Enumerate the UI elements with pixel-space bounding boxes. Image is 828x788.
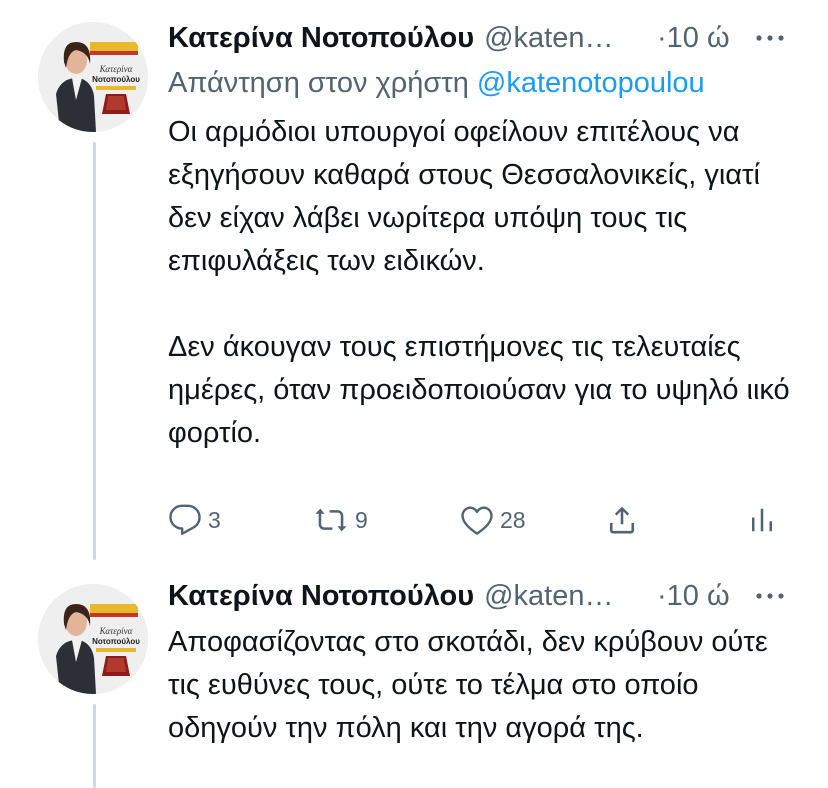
timestamp[interactable]: ·10 ώ [657,18,730,58]
retweet-button[interactable]: 9 [313,498,368,542]
share-button[interactable] [605,498,639,542]
avatar-surname-text: Νοτοπούλου [92,637,140,646]
tweet-paragraph: Δεν άκουγαν τους επιστήμονες τις τελευτα… [168,331,790,449]
tweet-header: Κατερίνα Νοτοπούλου @katen… ·10 ώ [168,576,808,616]
avatar[interactable]: Κατερίνα Νοτοπούλου [38,584,148,694]
tweet[interactable]: Κατερίνα Νοτοπούλου Κατερίνα Νοτοπούλου @… [0,560,828,788]
replying-prefix: Απάντηση στον χρήστη [168,67,469,99]
replying-handle-link[interactable]: @katenotopoulou [477,67,705,99]
like-count: 28 [500,506,526,533]
avatar-image: Κατερίνα Νοτοπούλου [38,584,148,694]
timestamp[interactable]: ·10 ώ [657,576,730,616]
share-icon [609,506,635,534]
replying-to: Απάντηση στον χρήστη @katenotopoulou [168,65,705,101]
like-button[interactable]: 28 [460,498,526,542]
avatar-name-text: Κατερίνα [99,64,133,74]
thread-line [93,704,96,788]
tweet-actions: 3 9 28 [168,498,788,542]
tweet-paragraph: Αποφασίζοντας στο σκοτάδι, δεν κρύβουν ο… [168,626,768,744]
analytics-icon [752,508,772,532]
tweet-header: Κατερίνα Νοτοπούλου @katen… ·10 ώ [168,18,808,58]
tweet-text: Οι αρμόδιοι υπουργοί οφείλουν επιτέλους … [168,111,798,455]
retweet-icon [315,508,347,532]
avatar-surname-text: Νοτοπούλου [92,75,140,84]
avatar[interactable]: Κατερίνα Νοτοπούλου [38,22,148,132]
reply-icon [169,504,201,535]
tweet[interactable]: Κατερίνα Νοτοπούλου Κατερίνα Νοτοπούλου @… [0,0,828,560]
tweet-text: Αποφασίζοντας στο σκοτάδι, δεν κρύβουν ο… [168,621,798,750]
reply-button[interactable]: 3 [168,498,221,542]
reply-count: 3 [208,506,221,533]
author-name[interactable]: Κατερίνα Νοτοπούλου [168,22,474,54]
like-icon [461,506,493,535]
more-icon[interactable] [751,18,791,58]
tweet-paragraph: Οι αρμόδιοι υπουργοί οφείλουν επιτέλους … [168,116,760,277]
analytics-button[interactable] [747,498,777,542]
more-icon[interactable] [751,576,791,616]
author-handle[interactable]: @katen… [484,22,613,54]
avatar-image: Κατερίνα Νοτοπούλου [38,22,148,132]
avatar-name-text: Κατερίνα [99,626,133,636]
author-name[interactable]: Κατερίνα Νοτοπούλου [168,580,474,612]
author-handle[interactable]: @katen… [484,580,613,612]
retweet-count: 9 [355,506,368,533]
thread-line [93,142,96,560]
